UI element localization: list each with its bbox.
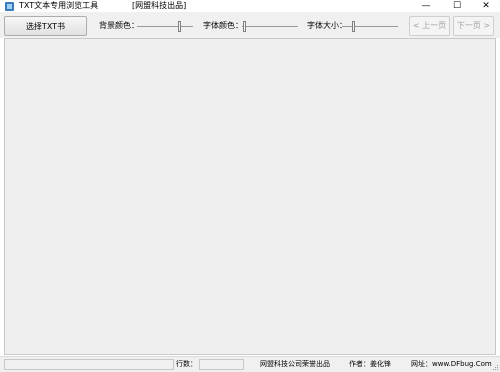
window-subtitle: [网盟科技出品] bbox=[132, 1, 187, 10]
author-text: 作者：姜化锋 bbox=[349, 360, 391, 368]
toolbar: 选择TXT书 背景颜色： 字体颜色： 字体大小： < 上一页 下一页 > bbox=[0, 12, 500, 38]
app-icon bbox=[5, 2, 14, 11]
slider-track bbox=[242, 26, 298, 27]
font-size-slider[interactable] bbox=[342, 18, 398, 34]
lines-value bbox=[199, 359, 244, 370]
slider-track bbox=[137, 26, 193, 27]
company-text: 网盟科技公司荣誉出品 bbox=[260, 360, 330, 368]
status-panel-empty bbox=[4, 359, 174, 370]
text-content-area[interactable] bbox=[4, 38, 496, 355]
window-title: TXT文本专用浏览工具 bbox=[19, 1, 99, 10]
slider-thumb[interactable] bbox=[243, 21, 246, 32]
bg-color-slider[interactable] bbox=[137, 18, 193, 34]
slider-track bbox=[342, 26, 398, 27]
title-bar: TXT文本专用浏览工具 [网盟科技出品] — ☐ ✕ bbox=[0, 0, 500, 12]
prev-page-button[interactable]: < 上一页 bbox=[409, 16, 450, 36]
slider-thumb[interactable] bbox=[352, 21, 355, 32]
close-icon[interactable]: ✕ bbox=[472, 0, 500, 12]
font-size-label: 字体大小： bbox=[307, 21, 347, 30]
website-text: 网址：www.DFbug.Com bbox=[411, 360, 492, 368]
lines-label: 行数： bbox=[176, 360, 197, 368]
slider-thumb[interactable] bbox=[178, 21, 181, 32]
select-txt-button[interactable]: 选择TXT书 bbox=[4, 16, 87, 36]
maximize-icon[interactable]: ☐ bbox=[443, 0, 471, 12]
minimize-icon[interactable]: — bbox=[412, 0, 440, 12]
font-color-slider[interactable] bbox=[242, 18, 298, 34]
resize-grip-icon[interactable] bbox=[491, 363, 499, 371]
status-bar: 行数： 网盟科技公司荣誉出品 作者：姜化锋 网址：www.DFbug.Com bbox=[0, 356, 500, 372]
bg-color-label: 背景颜色： bbox=[99, 21, 139, 30]
font-color-label: 字体颜色： bbox=[203, 21, 243, 30]
next-page-button[interactable]: 下一页 > bbox=[453, 16, 494, 36]
